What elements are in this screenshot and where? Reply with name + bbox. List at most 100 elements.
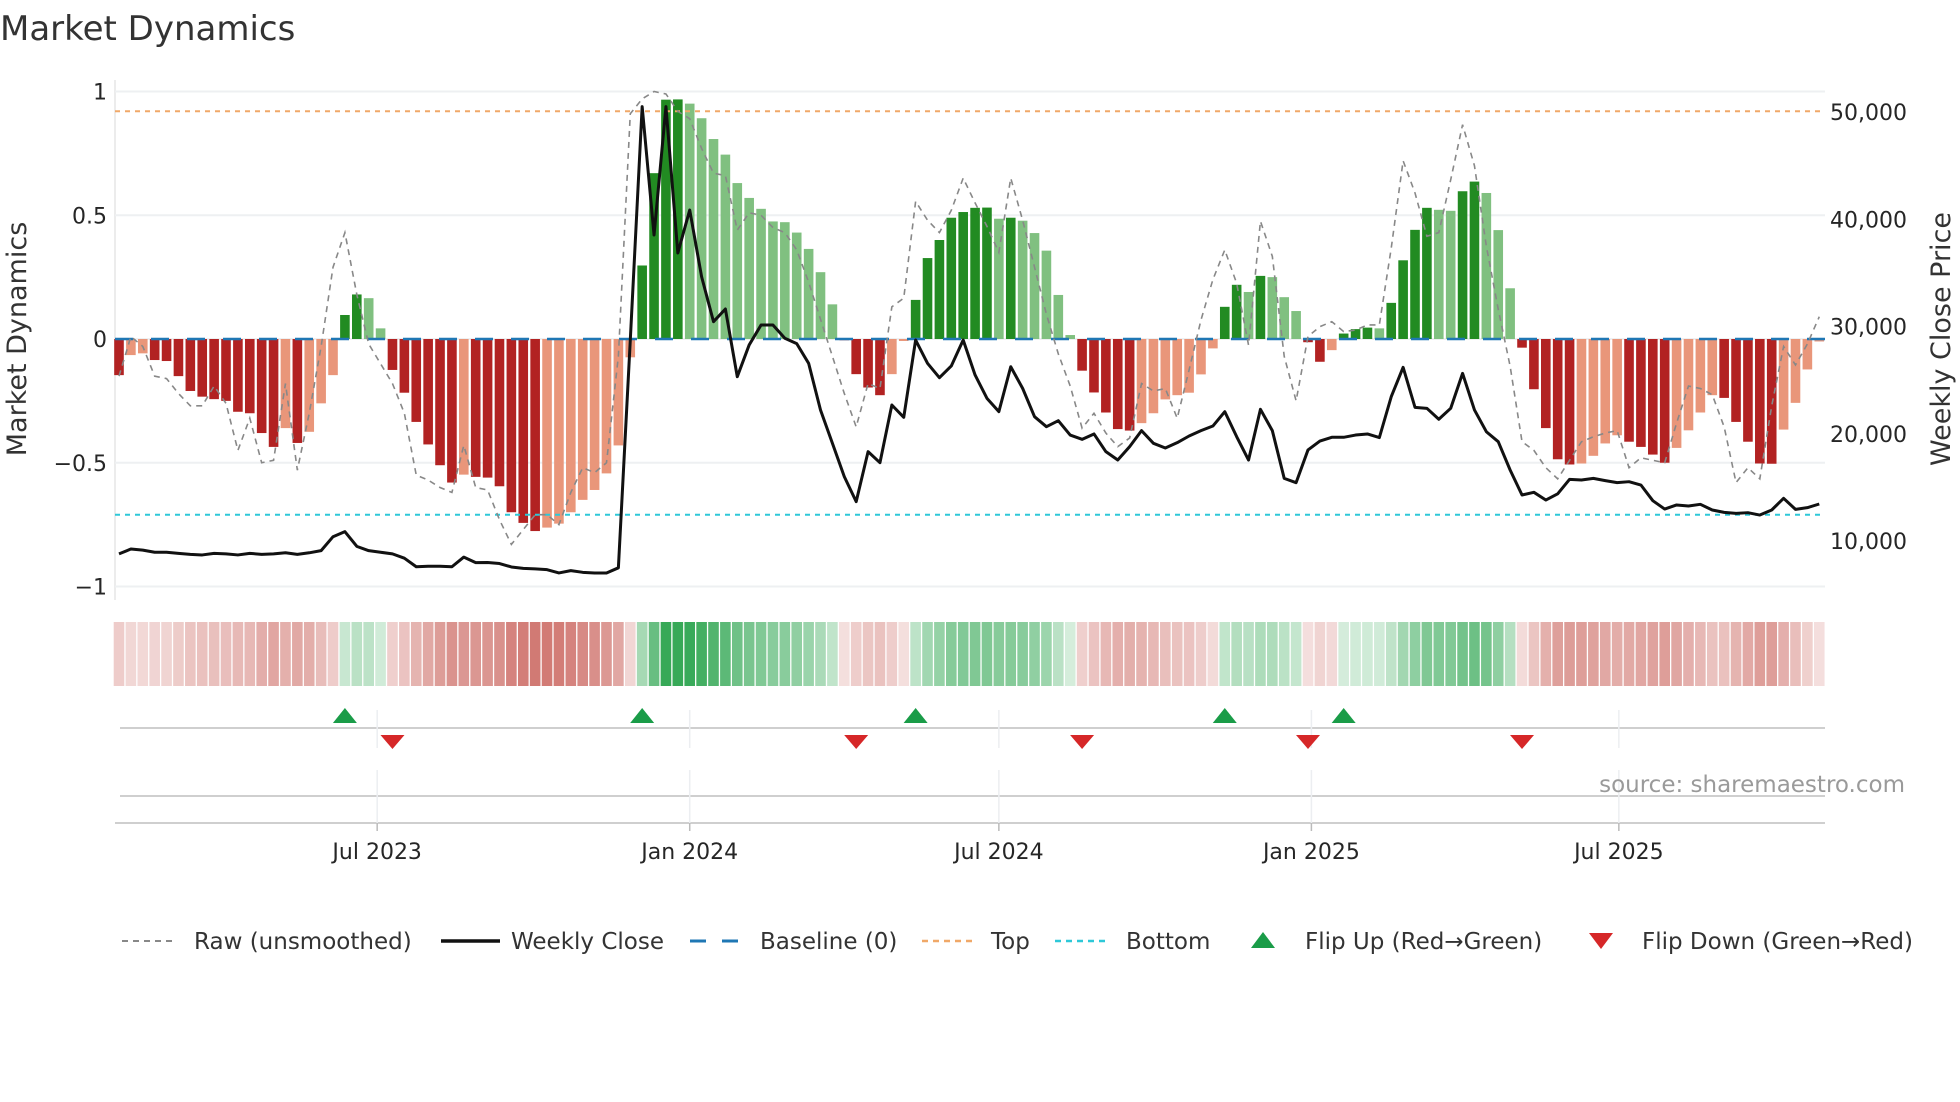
heat-cell [1314,622,1326,686]
heat-cell [113,622,125,686]
heat-cell [1564,622,1575,686]
dynamics-bar [1564,339,1575,465]
heat-cell [1207,622,1219,686]
dynamics-bar [1291,311,1301,339]
heat-cell [125,622,137,686]
dynamics-bar [1017,220,1028,339]
y2-tick-label: 30,000 [1830,316,1907,341]
heat-cell [446,622,458,686]
dynamics-bar [1469,181,1480,339]
y-axis-label-left: Market Dynamics [2,222,33,457]
heat-cell [553,622,565,686]
dynamics-bar [1683,339,1694,431]
heat-cell [458,622,470,686]
dynamics-bar [1362,327,1373,339]
dynamics-bar [1029,233,1040,339]
dynamics-bar [566,339,576,513]
heat-cell [387,622,398,686]
dynamics-bar [114,339,124,376]
x-tick-label: Jul 2025 [1572,840,1664,865]
dynamics-bar [1671,339,1682,448]
dynamics-bar [197,339,208,397]
heat-cell [1100,622,1112,686]
dynamics-bar [1505,288,1515,339]
heat-cell [1088,622,1100,686]
legend-item-flip-up: Flip Up (Red→Green) [1251,929,1542,955]
heat-cell [375,622,386,686]
heat-cell [196,622,208,686]
heat-cell [648,622,660,686]
heat-cell [1338,622,1349,686]
heat-cell [1469,622,1480,686]
heat-cell [1136,622,1147,686]
dynamics-bar [1101,339,1111,413]
heat-cell [684,622,696,686]
heat-cell [339,622,351,686]
triangle-down-icon [1589,933,1613,949]
dynamics-bar [768,221,778,339]
heat-cell [696,622,707,686]
dynamics-bar [1743,339,1753,442]
dynamics-bar [1707,339,1718,396]
heat-cell [351,622,363,686]
dynamics-bar [851,339,861,375]
heat-cell [434,622,446,686]
flip-down-marker [1070,735,1095,749]
heat-cell [791,622,803,686]
flip-down-marker [1296,735,1320,749]
heat-cell [482,622,493,686]
flip-up-marker [630,708,655,723]
dynamics-bar [1433,209,1444,339]
flip-down-marker [1510,735,1535,749]
heat-cell [624,622,636,686]
flip-down-marker [844,735,869,749]
dynamics-bar [482,339,493,478]
dynamics-bar [1552,339,1563,460]
heat-cell [529,622,541,686]
legend-label: Raw (unsmoothed) [194,929,412,955]
heat-cell [731,622,743,686]
dynamics-bar [887,339,897,375]
x-tick-label: Jul 2024 [952,840,1044,865]
heat-cell [1195,622,1207,686]
dynamics-bar [1731,339,1741,422]
dynamics-bar [922,258,933,339]
heat-cell [1504,622,1516,686]
heat-cell [660,622,672,686]
heat-cell [1290,622,1302,686]
dynamics-bar [494,339,505,487]
heat-cell [1730,622,1742,686]
dynamics-bar [1493,230,1504,339]
heat-cell [315,622,327,686]
heat-cell [161,622,172,686]
heat-cell [934,622,945,686]
dynamics-bar [601,339,612,474]
heat-cell [850,622,862,686]
heat-cell [208,622,220,686]
heat-cell [838,622,850,686]
heat-cell [280,622,291,686]
dynamics-bar [173,339,184,377]
heat-cell [1124,622,1135,686]
heat-cell [1742,622,1754,686]
dynamics-bar [1255,275,1266,339]
dynamics-bar [1398,260,1408,339]
heat-cell [1076,622,1088,686]
heat-cell [1623,622,1635,686]
legend-label: Flip Down (Green→Red) [1642,929,1913,955]
dynamics-bar [1315,339,1325,362]
dynamics-bar [958,212,968,339]
heat-cell [1231,622,1242,686]
heat-cell [1409,622,1421,686]
heat-cell [1041,622,1052,686]
dynamics-bar [1112,339,1123,430]
heat-cell [898,622,910,686]
legend-item-raw: Raw (unsmoothed) [122,929,412,955]
heat-cell [862,622,874,686]
dynamics-bar [435,339,445,466]
dynamics-bar [185,339,196,391]
heat-cell [185,622,196,686]
dynamics-bar [744,197,754,339]
legend-label: Bottom [1126,929,1210,955]
heat-cell [1706,622,1718,686]
